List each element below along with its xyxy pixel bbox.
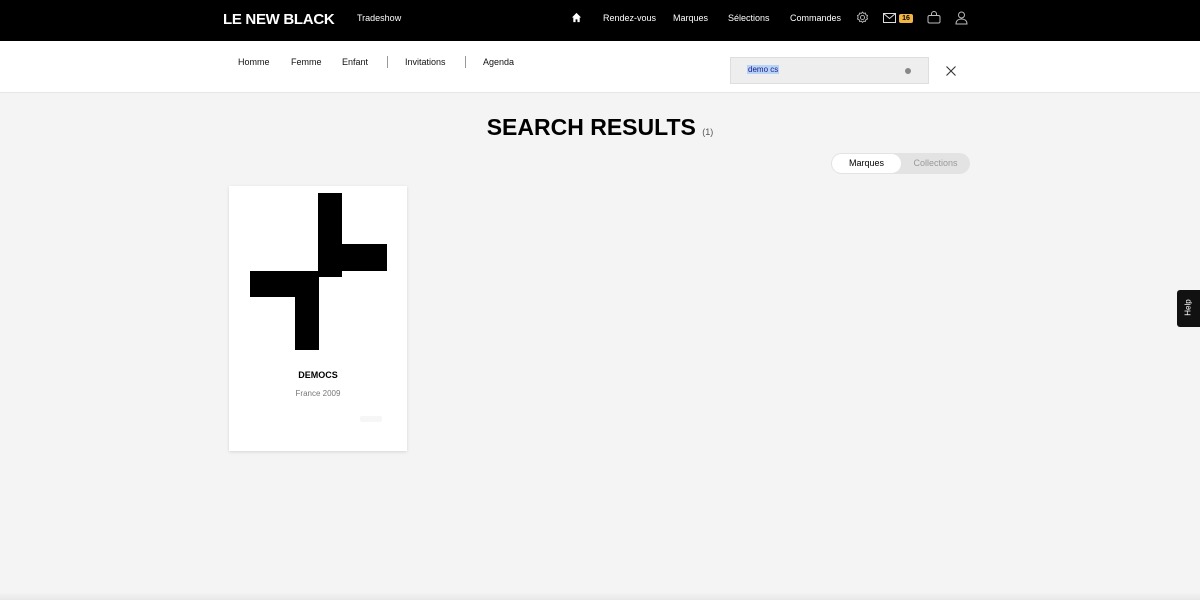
subnav-homme[interactable]: Homme [238,57,270,67]
divider [387,56,388,68]
results-type-toggle: Marques Collections [831,153,970,174]
mail-count-badge: 16 [899,14,913,23]
brand-card[interactable]: DEMOCS France 2009 [229,186,407,451]
home-icon[interactable] [571,12,582,23]
help-label: Help [1183,299,1193,316]
search-value[interactable]: demo cs [747,65,780,74]
brand-logo[interactable]: LE NEW BLACK [223,11,335,28]
subnav-femme[interactable]: Femme [291,57,322,67]
toggle-collections[interactable]: Collections [901,154,970,173]
subnav-agenda[interactable]: Agenda [483,57,514,67]
category-bar: Homme Femme Enfant Invitations Agenda de… [0,41,1200,93]
nav-commandes[interactable]: Commandes [790,13,841,23]
subnav-enfant[interactable]: Enfant [342,57,368,67]
top-navigation-bar: LE NEW BLACK Tradeshow Rendez-vous Marqu… [0,0,1200,41]
help-tab[interactable]: Help [1177,290,1200,327]
subnav-invitations[interactable]: Invitations [405,57,446,67]
toggle-marques[interactable]: Marques [832,154,901,173]
nav-marques[interactable]: Marques [673,13,708,23]
mail-icon[interactable] [883,13,896,23]
search-input[interactable]: demo cs [730,57,929,84]
page-title: SEARCH RESULTS (1) [0,114,1200,141]
nav-selections[interactable]: Sélections [728,13,770,23]
bag-icon[interactable] [927,11,941,24]
divider [465,56,466,68]
nav-rendez-vous[interactable]: Rendez-vous [603,13,656,23]
card-faint-mark [360,416,382,422]
tradeshow-link[interactable]: Tradeshow [357,13,401,23]
clear-search-icon[interactable] [905,68,911,74]
gear-icon[interactable] [856,11,869,24]
close-icon[interactable] [946,66,956,76]
brand-origin: France 2009 [295,389,341,398]
results-title: SEARCH RESULTS [486,114,696,140]
bottom-shadow [0,592,1200,600]
brand-name: DEMOCS [298,370,338,380]
results-count: (1) [702,127,714,137]
user-icon[interactable] [955,11,968,25]
brand-cross-logo [250,193,387,350]
